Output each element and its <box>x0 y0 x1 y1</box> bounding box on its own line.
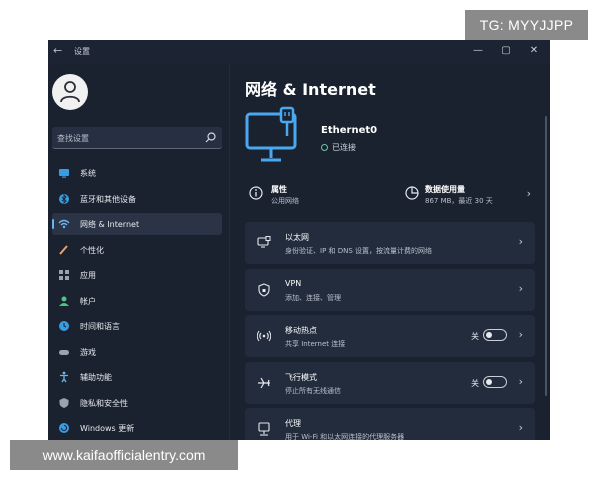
settings-card[interactable]: 飞行模式停止所有无线通信 关 › <box>245 361 535 404</box>
connection-status-text: 已连接 <box>332 143 356 152</box>
ethernet-icon <box>257 236 271 248</box>
update-icon <box>59 423 69 433</box>
watermark-url: www.kaifaofficialentry.com <box>10 440 238 470</box>
sidebar-item[interactable]: 蓝牙和其他设备 <box>52 188 222 210</box>
sidebar-item[interactable]: 网络 & Internet <box>52 213 222 235</box>
vpn-shield-icon <box>258 282 270 297</box>
gamepad-icon <box>59 349 69 355</box>
monitor-icon <box>59 169 69 178</box>
bluetooth-icon <box>59 193 69 204</box>
sidebar-item-label: Windows 更新 <box>80 424 135 433</box>
toggle-knob <box>486 332 492 338</box>
title-bar: ← 设置 — ▢ ✕ <box>48 40 550 64</box>
settings-card[interactable]: VPN 添加、连接、管理 › <box>245 268 535 311</box>
search-placeholder: 查找设置 <box>57 134 89 143</box>
chevron-right-icon: › <box>526 187 531 200</box>
summary-row: 属性 公用网络 数据使用量 867 MB，最近 30 天 › <box>245 174 535 214</box>
card-title: 移动热点 <box>285 326 317 335</box>
settings-window: ← 设置 — ▢ ✕ 查找设置 系统 蓝牙和其他设备 网络 & Internet 个性… <box>48 40 550 440</box>
card-subtitle: 共享 Internet 连接 <box>285 340 346 348</box>
data-usage-link[interactable]: 数据使用量 867 MB，最近 30 天 › <box>395 174 535 214</box>
toggle-state-label: 关 <box>471 332 479 341</box>
properties-link[interactable]: 属性 公用网络 <box>245 174 385 214</box>
person-icon <box>59 296 69 306</box>
connection-name: Ethernet0 <box>321 125 378 136</box>
close-button[interactable]: ✕ <box>524 42 544 60</box>
card-title: VPN <box>285 278 302 288</box>
hotspot-icon <box>257 330 271 342</box>
back-arrow-icon[interactable]: ← <box>53 44 67 58</box>
sidebar-item-label: 帐户 <box>80 296 96 306</box>
sidebar-item[interactable]: Windows 更新 <box>52 417 222 439</box>
toggle-state-label: 关 <box>471 378 479 388</box>
data-usage-title: 数据使用量 <box>425 185 465 194</box>
ethernet-monitor-icon <box>245 106 297 162</box>
apps-icon <box>59 270 69 280</box>
proxy-icon <box>258 422 270 436</box>
settings-card[interactable]: 以太网身份验证、IP 和 DNS 设置，按流量计费的网络 › <box>245 222 535 264</box>
airplane-icon <box>258 377 270 388</box>
avatar[interactable] <box>52 74 88 110</box>
chevron-right-icon: › <box>518 328 523 341</box>
page-title: 网络 & Internet <box>245 80 376 99</box>
sidebar-item[interactable]: 隐私和安全性 <box>52 392 222 414</box>
active-indicator <box>52 219 54 229</box>
sidebar-item[interactable]: 帐户 <box>52 290 222 312</box>
chevron-right-icon: › <box>518 235 523 248</box>
toggle-knob <box>486 378 492 385</box>
sidebar-item[interactable]: 应用 <box>52 264 222 286</box>
minimize-button[interactable]: — <box>468 42 488 60</box>
sidebar-item[interactable]: 辅助功能 <box>52 366 222 388</box>
sidebar-item-label: 应用 <box>80 271 96 280</box>
settings-card[interactable]: 移动热点共享 Internet 连接 关 › <box>245 315 535 357</box>
sidebar-item-label: 游戏 <box>80 347 96 357</box>
card-subtitle: 停止所有无线通信 <box>285 386 341 395</box>
main-panel: 网络 & Internet Ethernet0 已连接 属性 公用网络 数据使用… <box>233 64 550 440</box>
sidebar-item-label: 辅助功能 <box>80 373 112 382</box>
card-title: 代理 <box>285 419 301 428</box>
connection-status: 已连接 <box>321 142 356 153</box>
card-subtitle: 身份验证、IP 和 DNS 设置，按流量计费的网络 <box>285 247 433 255</box>
brush-icon <box>59 244 68 255</box>
toggle-switch[interactable] <box>483 329 507 341</box>
data-usage-subtitle: 867 MB，最近 30 天 <box>425 197 493 205</box>
sidebar-item-label: 网络 & Internet <box>80 220 140 229</box>
maximize-button[interactable]: ▢ <box>496 42 516 60</box>
sidebar-item-label: 系统 <box>80 169 96 178</box>
sidebar-item[interactable]: 系统 <box>52 162 222 184</box>
clock-icon <box>59 321 69 331</box>
sidebar-item-label: 时间和语言 <box>80 322 120 331</box>
accessibility-icon <box>60 371 68 383</box>
chevron-right-icon: › <box>518 281 523 295</box>
scrollbar[interactable] <box>545 116 547 396</box>
sidebar-item[interactable]: 游戏 <box>52 341 222 363</box>
card-title: 飞行模式 <box>285 372 317 382</box>
properties-title: 属性 <box>271 185 287 194</box>
person-avatar-icon <box>60 81 80 103</box>
sidebar-item-label: 隐私和安全性 <box>80 398 128 408</box>
shield-icon <box>59 397 69 408</box>
card-title: 以太网 <box>285 233 309 242</box>
wifi-icon <box>58 219 70 229</box>
connected-icon <box>321 144 328 151</box>
chevron-right-icon: › <box>518 421 523 434</box>
sidebar-item-label: 蓝牙和其他设备 <box>80 194 136 204</box>
watermark-tg: TG: MYYJJPP <box>465 10 588 40</box>
properties-subtitle: 公用网络 <box>271 197 299 205</box>
toggle-switch[interactable] <box>483 375 507 388</box>
chevron-right-icon: › <box>518 374 523 388</box>
sidebar-item-label: 个性化 <box>80 245 104 255</box>
sidebar-item[interactable]: 时间和语言 <box>52 315 222 337</box>
sidebar-item[interactable]: 个性化 <box>52 239 222 261</box>
card-subtitle: 用于 Wi-Fi 和以太网连接的代理服务器 <box>285 433 405 440</box>
card-subtitle: 添加、连接、管理 <box>285 293 341 302</box>
window-title: 设置 <box>74 47 90 56</box>
sidebar: 查找设置 系统蓝牙和其他设备 网络 & Internet 个性化应用帐户时间和语言游… <box>48 64 228 440</box>
settings-card[interactable]: 代理用于 Wi-Fi 和以太网连接的代理服务器 › <box>245 408 535 440</box>
search-icon[interactable] <box>205 132 216 143</box>
info-icon <box>249 186 263 200</box>
sidebar-divider <box>229 64 230 440</box>
pie-chart-icon <box>405 186 419 200</box>
search-input[interactable]: 查找设置 <box>52 127 222 149</box>
